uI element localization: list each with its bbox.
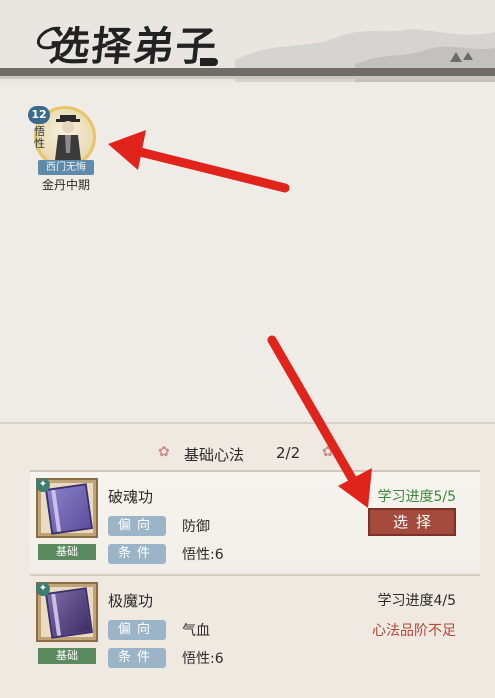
disciple-list: 12 悟性 西门无悔 金丹中期 — [0, 86, 495, 424]
section-count: 2/2 — [276, 444, 301, 462]
disciple-name: 西门无悔 — [38, 160, 94, 175]
cultivation-stage: 金丹中期 — [41, 178, 90, 192]
technique-book-frame: ✦ — [36, 478, 98, 538]
learning-progress: 学习进度4/5 — [377, 593, 456, 609]
direction-label: 偏向 — [108, 516, 166, 536]
technique-name: 极魔功 — [108, 592, 154, 610]
learning-progress: 学习进度5/5 — [377, 489, 456, 505]
technique-card: ✦ 基础 极魔功 偏向 气血 条件 悟性:6 学习进度4/5 心法品阶不足 — [30, 574, 480, 676]
section-title: 基础心法 — [184, 446, 245, 464]
technique-panel: ✿ 基础心法 2/2 ✿ ✦ 基础 破魂功 偏向 防御 条件 悟性:6 学习进度… — [0, 424, 495, 698]
element-badge-icon: ✦ — [36, 478, 50, 492]
condition-value: 悟性:6 — [182, 547, 224, 563]
brush-stroke — [200, 58, 218, 66]
attribute-label: 悟性 — [34, 125, 45, 150]
technique-tier-tag: 基础 — [38, 544, 96, 560]
condition-value: 悟性:6 — [182, 651, 224, 667]
header-bar: 选择弟子 — [0, 0, 495, 82]
direction-value: 气血 — [182, 623, 210, 639]
technique-book-frame: ✦ — [36, 582, 98, 642]
status-warning: 心法品阶不足 — [372, 623, 456, 639]
page-title: 选择弟子 — [47, 23, 221, 70]
condition-label: 条件 — [108, 544, 166, 564]
direction-value: 防御 — [182, 519, 210, 535]
direction-label: 偏向 — [108, 620, 166, 640]
element-badge-icon: ✦ — [36, 582, 50, 596]
flower-icon: ✿ — [322, 444, 334, 460]
section-header: ✿ 基础心法 2/2 ✿ — [0, 434, 495, 474]
level-badge: 12 — [28, 106, 50, 124]
technique-tier-tag: 基础 — [38, 648, 96, 664]
technique-card: ✦ 基础 破魂功 偏向 防御 条件 悟性:6 学习进度5/5 选择 — [30, 470, 480, 572]
condition-label: 条件 — [108, 648, 166, 668]
flower-icon: ✿ — [158, 444, 170, 460]
technique-name: 破魂功 — [108, 488, 154, 506]
disciple-card[interactable]: 12 悟性 西门无悔 金丹中期 — [28, 106, 102, 194]
book-icon — [45, 483, 93, 535]
book-icon — [45, 587, 93, 639]
select-button[interactable]: 选择 — [368, 508, 456, 536]
header-divider-light — [0, 76, 495, 79]
